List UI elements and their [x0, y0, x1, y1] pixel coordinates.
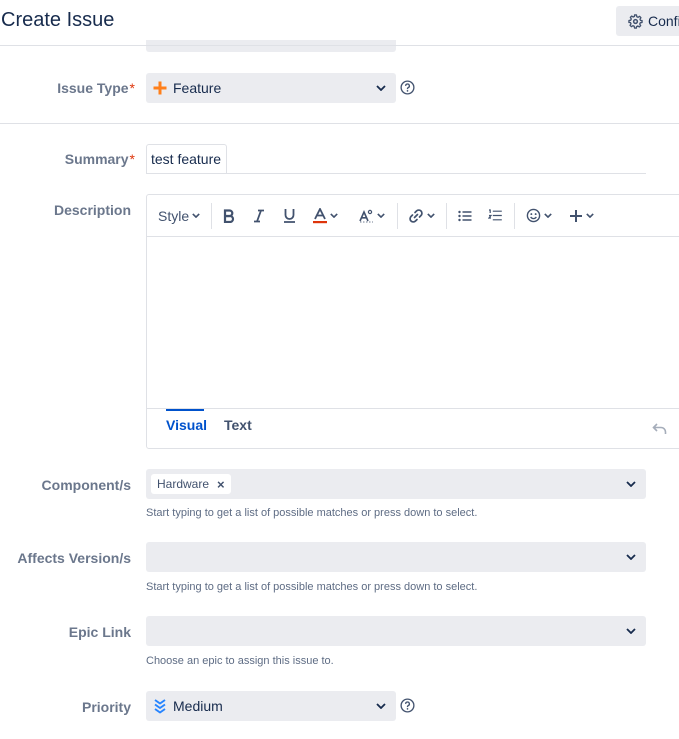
- configure-fields-button[interactable]: Confi: [616, 6, 679, 36]
- description-editor[interactable]: Style Visual Text: [146, 194, 679, 449]
- editor-toolbar: Style: [147, 195, 679, 237]
- epic-link-select[interactable]: [146, 616, 646, 646]
- chevron-down-icon: [192, 213, 200, 218]
- components-select[interactable]: Hardware ×: [146, 469, 646, 499]
- toolbar-separator: [514, 203, 515, 229]
- link-icon: [408, 208, 424, 224]
- summary-label: Summary*: [64, 151, 135, 167]
- chevron-down-icon: [544, 213, 552, 218]
- priority-value: Medium: [173, 698, 223, 714]
- chevron-down-icon: [330, 213, 338, 218]
- chevron-down-icon: [626, 628, 636, 634]
- plus-icon: [153, 81, 167, 95]
- affects-version-label: Affects Version/s: [17, 550, 131, 566]
- gear-icon: [628, 13, 643, 29]
- numbered-list-icon: [488, 209, 502, 222]
- help-icon[interactable]: [400, 698, 415, 713]
- configure-fields-label: Confi: [648, 13, 679, 29]
- components-hint: Start typing to get a list of possible m…: [146, 507, 478, 519]
- toolbar-separator: [397, 203, 398, 229]
- chevron-down-icon: [377, 213, 385, 218]
- issue-type-select[interactable]: Feature: [146, 73, 396, 103]
- bold-button[interactable]: [223, 195, 235, 236]
- chevron-down-icon: [586, 213, 594, 218]
- description-label: Description: [53, 202, 131, 218]
- header-divider: [0, 45, 679, 46]
- chevron-down-icon: [376, 703, 386, 709]
- summary-input[interactable]: test feature: [146, 144, 646, 174]
- previous-field-input[interactable]: [146, 40, 396, 52]
- issue-type-value: Feature: [173, 80, 222, 96]
- component-chip-label: Hardware: [157, 477, 210, 491]
- tab-text[interactable]: Text: [224, 417, 252, 433]
- tab-visual[interactable]: Visual: [166, 417, 207, 433]
- active-tab-indicator: [166, 409, 204, 411]
- underline-button[interactable]: [283, 195, 296, 236]
- text-style-icon: [359, 209, 374, 223]
- bullet-list-button[interactable]: [458, 195, 472, 236]
- help-icon[interactable]: [400, 80, 415, 95]
- style-dropdown-label: Style: [158, 207, 190, 224]
- text-color-icon: [313, 207, 327, 224]
- link-button[interactable]: [408, 195, 435, 236]
- priority-select[interactable]: Medium: [146, 691, 396, 721]
- issue-type-label: Issue Type*: [57, 80, 135, 96]
- section-divider: [0, 123, 679, 124]
- chevron-down-icon: [626, 481, 636, 487]
- insert-more-button[interactable]: [569, 195, 594, 236]
- text-color-button[interactable]: [313, 195, 338, 236]
- chevron-down-icon: [427, 213, 435, 218]
- dialog-title: Create Issue: [1, 9, 115, 31]
- toolbar-separator: [211, 203, 212, 229]
- epic-link-hint: Choose an epic to assign this issue to.: [146, 655, 334, 667]
- insert-more-icon: [569, 209, 583, 223]
- undo-icon[interactable]: [652, 423, 667, 435]
- style-dropdown[interactable]: Style: [158, 195, 200, 236]
- epic-link-label: Epic Link: [68, 624, 131, 640]
- emoji-button[interactable]: [526, 195, 552, 236]
- priority-label: Priority: [81, 699, 131, 715]
- editor-content-area[interactable]: [147, 237, 679, 408]
- text-style-button[interactable]: [359, 195, 385, 236]
- affects-version-select[interactable]: [146, 542, 646, 572]
- numbered-list-button[interactable]: [488, 195, 502, 236]
- summary-value: test feature: [151, 150, 222, 167]
- priority-medium-icon: [153, 698, 167, 714]
- component-chip: Hardware ×: [151, 474, 231, 494]
- bullet-list-icon: [458, 210, 472, 222]
- close-icon[interactable]: ×: [217, 477, 225, 492]
- italic-icon: [253, 209, 265, 223]
- required-marker: *: [129, 151, 135, 167]
- required-marker: *: [129, 80, 135, 96]
- italic-button[interactable]: [253, 195, 265, 236]
- chevron-down-icon: [376, 85, 386, 91]
- affects-version-hint: Start typing to get a list of possible m…: [146, 581, 478, 593]
- bold-icon: [223, 208, 235, 223]
- editor-mode-tabs: Visual Text: [147, 408, 679, 450]
- toolbar-separator: [446, 203, 447, 229]
- underline-icon: [283, 208, 296, 223]
- components-label: Component/s: [41, 477, 131, 493]
- chevron-down-icon: [626, 554, 636, 560]
- emoji-icon: [526, 208, 541, 223]
